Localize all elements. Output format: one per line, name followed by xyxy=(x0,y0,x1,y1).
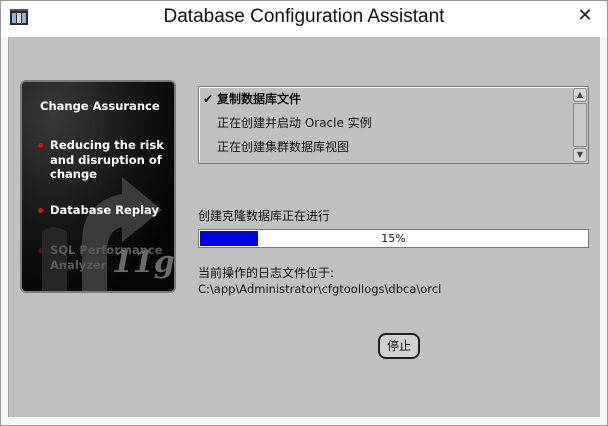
oracle-11g-side-panel: Change Assurance Reducing the risk and d… xyxy=(20,80,176,293)
dialog-client-area: Change Assurance Reducing the risk and d… xyxy=(8,37,600,417)
scroll-up-arrow-icon: ▲ xyxy=(576,90,584,99)
side-item-reducing-risk: Reducing the risk and disruption of chan… xyxy=(50,138,164,181)
side-panel-heading: Change Assurance xyxy=(40,99,160,113)
close-button[interactable]: ✕ xyxy=(570,3,600,29)
scroll-up-button[interactable]: ▲ xyxy=(573,88,587,102)
stop-button[interactable]: 停止 xyxy=(378,333,420,359)
bullet-icon xyxy=(38,248,43,253)
steps-list[interactable]: ✔ 复制数据库文件 正在创建并启动 Oracle 实例 正在创建集群数据库视图 ▲… xyxy=(198,86,589,164)
step-label: 正在创建集群数据库视图 xyxy=(217,140,350,154)
log-file-label: 当前操作的日志文件位于: xyxy=(198,266,335,280)
step-label: 正在创建并启动 Oracle 实例 xyxy=(217,116,372,130)
window-title: Database Configuration Assistant xyxy=(163,6,445,27)
close-icon: ✕ xyxy=(577,5,593,26)
dbca-window: Database Configuration Assistant ✕ Chang… xyxy=(0,0,608,426)
step-item: ✔ 复制数据库文件 xyxy=(203,88,563,110)
progress-label: 创建克隆数据库正在进行 xyxy=(198,209,331,223)
step-item: 正在创建集群数据库视图 xyxy=(203,136,563,158)
check-icon: ✔ xyxy=(203,92,214,106)
scroll-down-arrow-icon: ▼ xyxy=(576,150,584,159)
scroll-thumb[interactable] xyxy=(573,103,587,147)
log-file-path: C:\app\Administrator\cfgtoollogs\dbca\or… xyxy=(198,282,442,296)
step-label: 复制数据库文件 xyxy=(217,92,302,106)
side-item-database-replay: Database Replay xyxy=(50,203,159,217)
scroll-down-button[interactable]: ▼ xyxy=(573,148,587,162)
title-bar[interactable]: Database Configuration Assistant ✕ xyxy=(1,1,607,37)
steps-scrollbar[interactable]: ▲ ▼ xyxy=(573,88,587,162)
progress-bar: 15% xyxy=(198,229,589,248)
oracle-11g-logo: 11g xyxy=(112,245,175,280)
bullet-icon xyxy=(38,208,43,213)
step-item: 正在创建并启动 Oracle 实例 xyxy=(203,112,563,134)
bullet-icon xyxy=(38,143,43,148)
progress-percent-text: 15% xyxy=(381,232,406,245)
